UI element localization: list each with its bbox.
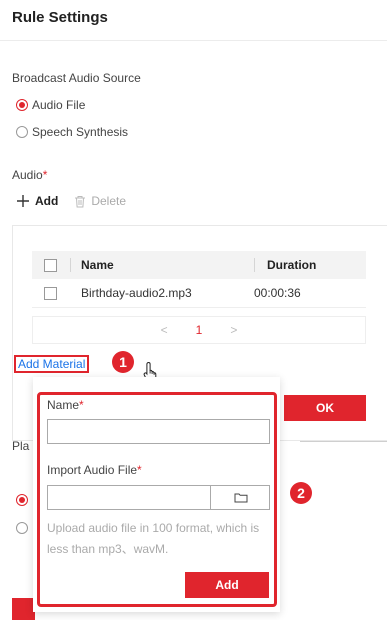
ok-button[interactable]: OK <box>284 395 366 421</box>
add-button[interactable]: Add <box>16 194 58 208</box>
prev-page-button[interactable]: < <box>161 323 168 337</box>
radio-checked-icon <box>16 494 28 506</box>
table-row[interactable]: Birthday-audio2.mp3 00:00:36 <box>32 279 366 308</box>
folder-icon <box>234 493 247 503</box>
audio-table: Name Duration Birthday-audio2.mp3 00:00:… <box>32 251 366 308</box>
broadcast-audio-source-label: Broadcast Audio Source <box>12 71 141 85</box>
pagination: < 1 > <box>32 316 366 344</box>
audio-label: Audio* <box>12 168 47 182</box>
popup-add-button[interactable]: Add <box>185 572 269 598</box>
table-header: Name Duration <box>32 251 366 279</box>
required-mark: * <box>79 398 84 412</box>
radio-checked-icon <box>16 99 28 111</box>
cell-duration: 00:00:36 <box>254 286 301 300</box>
column-divider <box>70 258 71 272</box>
background-partial-label: Pla <box>12 439 30 453</box>
name-input[interactable] <box>47 419 270 444</box>
panel-bottom-divider <box>300 441 387 442</box>
select-all-checkbox[interactable] <box>44 258 57 272</box>
add-material-link[interactable]: Add Material <box>14 355 90 373</box>
current-page[interactable]: 1 <box>196 323 203 337</box>
radio-audio-file[interactable]: Audio File <box>16 98 85 112</box>
audio-label-text: Audio <box>12 168 43 182</box>
plus-icon <box>17 195 29 207</box>
background-button-edge <box>12 598 35 620</box>
upload-hint: Upload audio file in 100 format, which i… <box>47 521 260 556</box>
import-file-label: Import Audio File* <box>47 463 142 477</box>
column-header-duration: Duration <box>267 258 317 272</box>
delete-button[interactable]: Delete <box>74 194 126 208</box>
radio-audio-file-label: Audio File <box>32 98 86 112</box>
cell-name: Birthday-audio2.mp3 <box>81 286 192 300</box>
required-mark: * <box>137 463 142 477</box>
background-radio-1[interactable] <box>16 494 28 506</box>
radio-speech-synthesis[interactable]: Speech Synthesis <box>16 125 128 139</box>
column-header-name: Name <box>81 258 114 272</box>
column-divider <box>254 258 255 272</box>
radio-unchecked-icon <box>16 522 28 534</box>
row-checkbox[interactable] <box>44 286 57 300</box>
radio-unchecked-icon <box>16 126 28 138</box>
name-field-label: Name* <box>47 398 84 412</box>
audio-toolbar: Add Delete <box>16 194 126 208</box>
radio-speech-synthesis-label: Speech Synthesis <box>32 125 129 139</box>
annotation-badge-2: 2 <box>290 482 312 504</box>
name-label-text: Name <box>47 398 80 412</box>
annotation-badge-1: 1 <box>112 351 134 373</box>
import-label-text: Import Audio File <box>47 463 138 477</box>
header-divider <box>0 40 387 41</box>
background-radio-2[interactable] <box>16 522 28 534</box>
required-mark: * <box>42 168 48 182</box>
trash-icon <box>75 195 86 207</box>
add-button-label: Add <box>35 194 59 208</box>
next-page-button[interactable]: > <box>230 323 237 337</box>
page-title: Rule Settings <box>12 9 108 26</box>
delete-button-label: Delete <box>91 194 127 208</box>
browse-folder-button[interactable] <box>210 485 270 510</box>
